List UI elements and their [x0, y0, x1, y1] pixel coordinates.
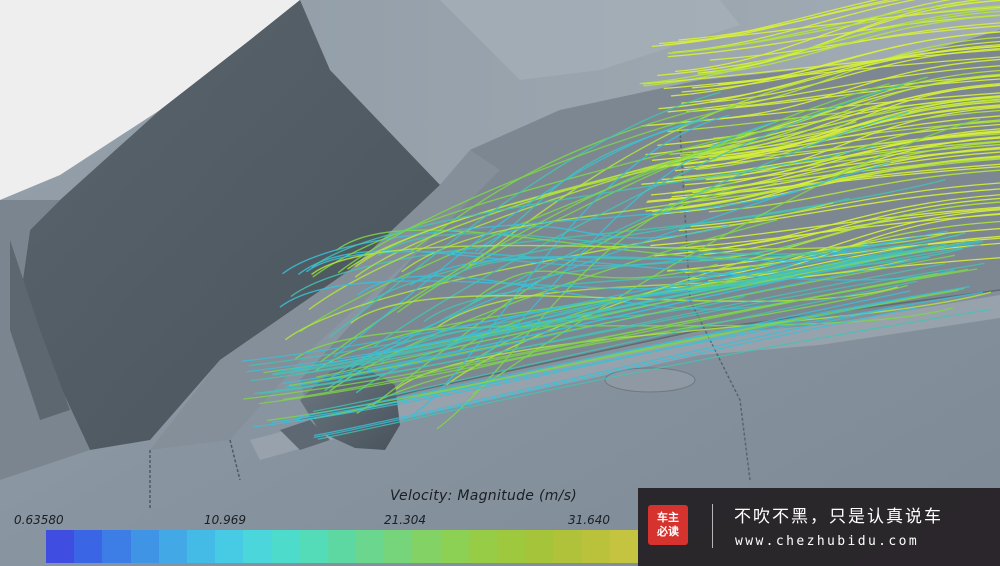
brand-divider: [712, 504, 713, 548]
colorbar-segment: [553, 530, 582, 563]
colorbar-segment: [299, 530, 328, 563]
brand-slogan: 不吹不黑，只是认真说车: [734, 507, 943, 527]
legend-tick-2: 10.969: [204, 513, 246, 527]
velocity-colorbar: [46, 530, 638, 563]
colorbar-segment: [440, 530, 469, 563]
colorbar-segment: [497, 530, 526, 563]
colorbar-segment: [356, 530, 385, 563]
colorbar-segment: [186, 530, 216, 563]
badge-line-1: 车主: [657, 511, 679, 524]
colorbar-segment: [384, 530, 413, 563]
brand-website: www.chezhubidu.com: [735, 534, 920, 549]
legend-tick-max: 31.640: [568, 513, 610, 527]
cfd-car-render: [0, 0, 1000, 566]
colorbar-segment: [327, 530, 357, 563]
colorbar-segment: [130, 530, 159, 563]
colorbar-segment: [271, 530, 300, 563]
legend-tick-3: 21.304: [384, 513, 426, 527]
colorbar-segment: [74, 530, 103, 563]
legend-tick-min: 0.63580: [14, 513, 64, 527]
legend-title: Velocity: Magnitude (m/s): [390, 488, 578, 504]
colorbar-segment: [468, 530, 497, 563]
brand-logo-badge: 车主 必读: [648, 505, 688, 545]
colorbar-segment: [525, 530, 554, 563]
badge-line-2: 必读: [657, 525, 679, 538]
colorbar-segment: [215, 530, 244, 563]
colorbar-segment: [102, 530, 131, 563]
colorbar-segment: [158, 530, 187, 563]
colorbar-segment: [412, 530, 441, 563]
colorbar-segment: [581, 530, 610, 563]
colorbar-segment: [46, 530, 75, 563]
watermark-banner: [638, 488, 1000, 566]
colorbar-segment: [609, 530, 638, 563]
colorbar-segment: [243, 530, 272, 563]
